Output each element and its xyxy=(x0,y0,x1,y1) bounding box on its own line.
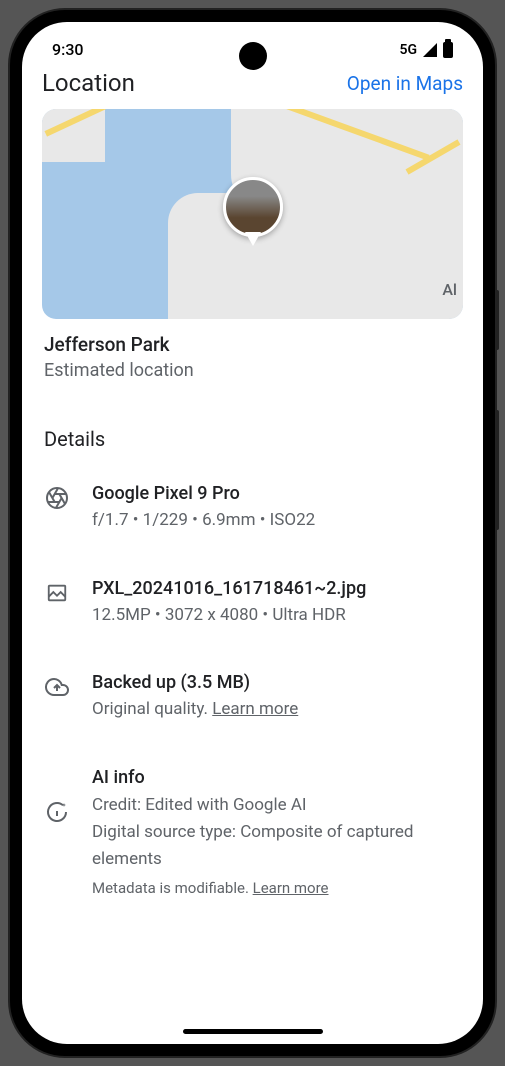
battery-icon xyxy=(443,42,453,58)
aperture-icon xyxy=(44,485,70,511)
map-pin-icon xyxy=(223,177,283,237)
ai-title: AI info xyxy=(92,767,461,788)
location-info: Jefferson Park Estimated location xyxy=(22,319,483,389)
file-specs: 12.5MP • 3072 x 4080 • Ultra HDR xyxy=(92,603,461,629)
ai-source: Digital source type: Composite of captur… xyxy=(92,819,461,873)
status-indicators: 5G xyxy=(399,42,453,58)
page-title: Location xyxy=(42,69,135,97)
detail-row-file[interactable]: PXL_20241016_161718461~2.jpg 12.5MP • 30… xyxy=(22,556,483,651)
details-section-title: Details xyxy=(22,389,483,461)
device-name: Google Pixel 9 Pro xyxy=(92,483,461,504)
status-time: 9:30 xyxy=(52,40,84,59)
ai-credit: Credit: Edited with Google AI xyxy=(92,792,461,819)
map-area-label: Al xyxy=(442,280,457,299)
ai-learn-more-link[interactable]: Learn more xyxy=(253,879,329,897)
phone-frame: 9:30 5G Location Open in Maps Al Jeffers… xyxy=(10,10,495,1056)
detail-row-ai[interactable]: AI info Credit: Edited with Google AI Di… xyxy=(22,745,483,920)
image-icon xyxy=(44,580,70,606)
ai-meta: Metadata is modifiable. Learn more xyxy=(92,879,461,897)
side-button xyxy=(495,290,499,350)
detail-row-device[interactable]: Google Pixel 9 Pro f/1.7 • 1/229 • 6.9mm… xyxy=(22,461,483,556)
detail-row-backup[interactable]: Backed up (3.5 MB) Original quality. Lea… xyxy=(22,650,483,745)
network-label: 5G xyxy=(399,42,417,58)
location-subtitle: Estimated location xyxy=(44,360,461,381)
backup-quality: Original quality. Learn more xyxy=(92,697,461,723)
location-name: Jefferson Park xyxy=(44,333,461,356)
signal-icon xyxy=(423,43,437,57)
open-in-maps-link[interactable]: Open in Maps xyxy=(347,72,463,95)
screen: 9:30 5G Location Open in Maps Al Jeffers… xyxy=(22,22,483,1044)
backup-learn-more-link[interactable]: Learn more xyxy=(212,699,298,719)
home-indicator[interactable] xyxy=(183,1029,323,1034)
backup-title: Backed up (3.5 MB) xyxy=(92,672,461,693)
file-name: PXL_20241016_161718461~2.jpg xyxy=(92,578,461,599)
device-specs: f/1.7 • 1/229 • 6.9mm • ISO22 xyxy=(92,508,461,534)
cloud-upload-icon xyxy=(44,674,70,700)
camera-notch xyxy=(239,42,267,70)
ai-info-icon xyxy=(44,799,70,825)
side-button xyxy=(495,410,499,530)
map-preview[interactable]: Al xyxy=(42,109,463,319)
